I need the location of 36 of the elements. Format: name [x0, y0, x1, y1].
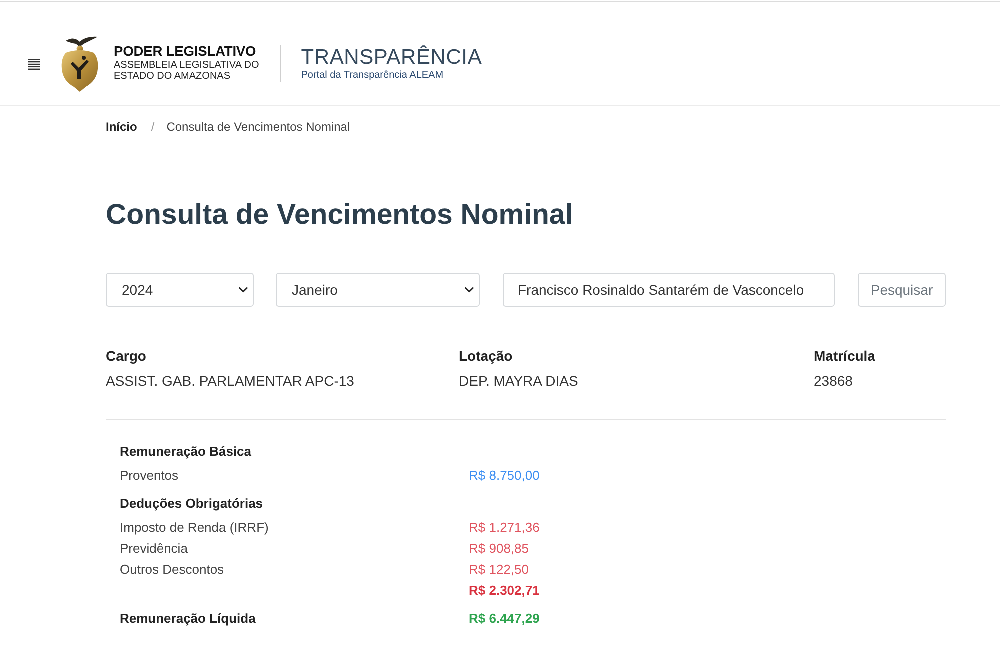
detail-value: ASSIST. GAB. PARLAMENTAR APC-13 — [106, 373, 354, 390]
name-field[interactable]: Francisco Rosinaldo Santarém de Vasconcelo — [503, 273, 835, 307]
detail-value: 23868 — [814, 373, 853, 390]
amount-value: R$ 122,50 — [469, 561, 529, 579]
brand-subtitle: ASSEMBLEIA LEGISLATIVA DO — [114, 60, 260, 72]
amount-value: R$ 908,85 — [469, 540, 529, 558]
page-title: Consulta de Vencimentos Nominal — [106, 198, 574, 232]
brand-subtitle: ESTADO DO AMAZONAS — [114, 71, 230, 82]
brand-title: PODER LEGISLATIVO — [114, 44, 256, 58]
summary-label: Outros Descontos — [120, 561, 224, 579]
menu-icon[interactable] — [28, 59, 40, 70]
detail-value: DEP. MAYRA DIAS — [459, 373, 578, 390]
amount-value: R$ 2.302,71 — [469, 582, 540, 600]
breadcrumb-link[interactable]: Início — [106, 120, 138, 134]
detail-label: Matrícula — [814, 348, 876, 365]
summary-label: Proventos — [120, 467, 179, 485]
section-heading: Remuneração Básica — [120, 443, 252, 461]
amount-value: R$ 6.447,29 — [469, 610, 540, 628]
summary-label: Imposto de Renda (IRRF) — [120, 519, 269, 537]
summary-label: Previdência — [120, 540, 188, 558]
portal-subtitle: Portal da Transparência ALEAM — [301, 70, 444, 82]
search-button[interactable]: Pesquisar — [858, 273, 946, 307]
shield-emblem-icon — [60, 34, 100, 92]
detail-label: Cargo — [106, 348, 146, 365]
month-select[interactable]: Janeiro — [276, 273, 480, 307]
chevron-down-icon — [239, 287, 248, 293]
amount-value: R$ 8.750,00 — [469, 467, 540, 485]
year-select[interactable]: 2024 — [106, 273, 254, 307]
portal-title: TRANSPARÊNCIA — [301, 46, 482, 70]
chevron-down-icon — [465, 287, 474, 293]
breadcrumb-separator: / — [151, 120, 155, 134]
section-heading: Deduções Obrigatórias — [120, 495, 264, 513]
breadcrumb-current: Consulta de Vencimentos Nominal — [166, 120, 350, 134]
detail-label: Lotação — [459, 348, 513, 365]
amount-value: R$ 1.271,36 — [469, 519, 540, 537]
net-label: Remuneração Líquida — [120, 610, 256, 628]
